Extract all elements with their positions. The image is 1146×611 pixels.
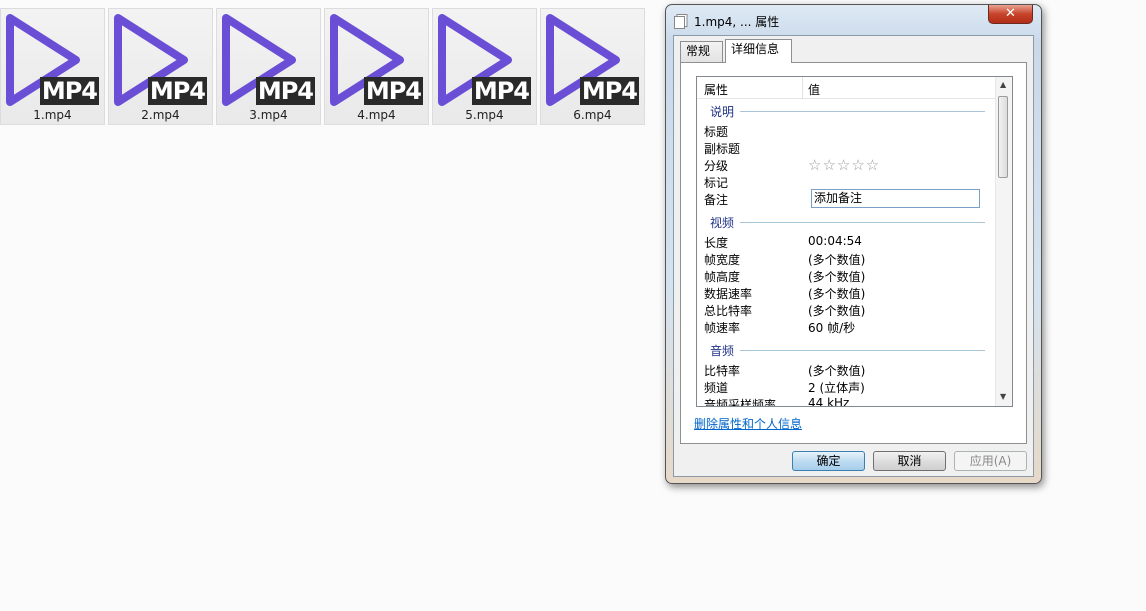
row-value: (多个数值)	[808, 270, 866, 284]
row-data-rate[interactable]: 数据速率 (多个数值)	[704, 285, 994, 302]
dialog-title: 1.mp4, ... 属性	[694, 14, 780, 29]
file-name: 6.mp4	[573, 108, 612, 122]
grid-header: 属性 值	[697, 77, 997, 99]
property-grid[interactable]: 属性 值 说明 标题 副标题 分级 ☆☆☆☆☆ 标记 备注 添加备注 视频 长度…	[696, 76, 1013, 407]
file-item-4[interactable]: MP4 4.mp4	[324, 8, 429, 125]
cancel-button[interactable]: 取消	[873, 451, 946, 471]
row-channels[interactable]: 频道 2 (立体声)	[704, 379, 994, 396]
title-bar[interactable]: 1.mp4, ... 属性	[674, 11, 779, 31]
section-label: 音频	[710, 344, 735, 358]
section-divider	[740, 222, 985, 223]
comments-input[interactable]: 添加备注	[811, 189, 980, 208]
row-key: 帧速率	[704, 321, 741, 335]
vertical-scrollbar[interactable]: ▲ ▼	[995, 77, 1012, 406]
row-sample-rate[interactable]: 音频采样频率 44 kHz	[704, 396, 994, 406]
file-name: 2.mp4	[141, 108, 180, 122]
scroll-up-icon[interactable]: ▲	[1000, 80, 1006, 89]
row-key: 标题	[704, 125, 729, 139]
rating-stars[interactable]: ☆☆☆☆☆	[808, 156, 880, 174]
row-key: 分级	[704, 159, 729, 173]
row-value: 60 帧/秒	[808, 321, 856, 335]
properties-dialog: 1.mp4, ... 属性 ✕ 常规 详细信息 属性 值 说明 标题 副标题 分…	[665, 4, 1042, 484]
tab-general[interactable]: 常规	[680, 41, 723, 62]
row-key: 比特率	[704, 364, 741, 378]
row-key: 标记	[704, 176, 729, 190]
tab-details[interactable]: 详细信息	[725, 39, 792, 63]
file-name: 1.mp4	[33, 108, 72, 122]
column-divider[interactable]	[802, 77, 803, 99]
ok-button[interactable]: 确定	[792, 451, 865, 471]
row-frame-width[interactable]: 帧宽度 (多个数值)	[704, 251, 994, 268]
grid-body: 说明 标题 副标题 分级 ☆☆☆☆☆ 标记 备注 添加备注 视频 长度 00:0…	[697, 99, 997, 406]
file-name: 3.mp4	[249, 108, 288, 122]
file-item-1[interactable]: MP4 1.mp4	[0, 8, 105, 125]
file-name: 4.mp4	[357, 108, 396, 122]
close-button[interactable]: ✕	[988, 5, 1033, 24]
row-key: 帧高度	[704, 270, 741, 284]
file-name: 5.mp4	[465, 108, 504, 122]
section-divider	[740, 350, 985, 351]
row-key: 帧宽度	[704, 253, 741, 267]
mp4-badge: MP4	[255, 77, 315, 105]
row-frame-height[interactable]: 帧高度 (多个数值)	[704, 268, 994, 285]
file-item-2[interactable]: MP4 2.mp4	[108, 8, 213, 125]
row-length[interactable]: 长度 00:04:54	[704, 234, 994, 251]
section-video: 视频	[710, 214, 985, 231]
row-value: (多个数值)	[808, 364, 866, 378]
file-item-6[interactable]: MP4 6.mp4	[540, 8, 645, 125]
column-header-property[interactable]: 属性	[704, 81, 728, 98]
row-value: (多个数值)	[808, 287, 866, 301]
row-bitrate[interactable]: 比特率 (多个数值)	[704, 362, 994, 379]
row-value: (多个数值)	[808, 304, 866, 318]
section-label: 视频	[710, 216, 735, 230]
row-key: 总比特率	[704, 304, 753, 318]
row-frame-rate[interactable]: 帧速率 60 帧/秒	[704, 319, 994, 336]
row-value: 00:04:54	[808, 234, 862, 248]
row-title[interactable]: 标题	[704, 123, 994, 140]
file-item-5[interactable]: MP4 5.mp4	[432, 8, 537, 125]
row-key: 数据速率	[704, 287, 753, 301]
row-rating[interactable]: 分级 ☆☆☆☆☆	[704, 156, 994, 174]
mp4-badge: MP4	[471, 77, 531, 105]
scroll-down-icon[interactable]: ▼	[1000, 392, 1006, 401]
row-key: 长度	[704, 236, 729, 250]
row-key: 副标题	[704, 142, 741, 156]
row-value: (多个数值)	[808, 253, 866, 267]
section-label: 说明	[710, 105, 735, 119]
section-description: 说明	[710, 103, 985, 120]
mp4-badge: MP4	[147, 77, 207, 105]
row-key: 音频采样频率	[704, 398, 777, 406]
row-value: 2 (立体声)	[808, 381, 865, 395]
scroll-thumb[interactable]	[998, 96, 1008, 178]
details-panel: 属性 值 说明 标题 副标题 分级 ☆☆☆☆☆ 标记 备注 添加备注 视频 长度…	[680, 62, 1027, 444]
apply-button[interactable]: 应用(A)	[954, 451, 1027, 471]
column-header-value[interactable]: 值	[808, 81, 820, 98]
row-value: 44 kHz	[808, 396, 850, 406]
row-key: 频道	[704, 381, 729, 395]
file-icon	[674, 13, 688, 29]
section-divider	[740, 111, 985, 112]
dialog-client: 常规 详细信息 属性 值 说明 标题 副标题 分级 ☆☆☆☆☆ 标记 备注 添加…	[673, 35, 1034, 477]
row-total-bitrate[interactable]: 总比特率 (多个数值)	[704, 302, 994, 319]
section-audio: 音频	[710, 342, 985, 359]
file-item-3[interactable]: MP4 3.mp4	[216, 8, 321, 125]
row-key: 备注	[704, 193, 729, 207]
mp4-badge: MP4	[363, 77, 423, 105]
remove-properties-link[interactable]: 删除属性和个人信息	[694, 415, 802, 432]
file-list: MP4 1.mp4 MP4 2.mp4 MP4 3.mp4 MP4 4.mp4 …	[0, 8, 648, 125]
mp4-badge: MP4	[579, 77, 639, 105]
mp4-badge: MP4	[39, 77, 99, 105]
row-subtitle[interactable]: 副标题	[704, 140, 994, 157]
row-comments[interactable]: 备注 添加备注	[704, 189, 994, 208]
